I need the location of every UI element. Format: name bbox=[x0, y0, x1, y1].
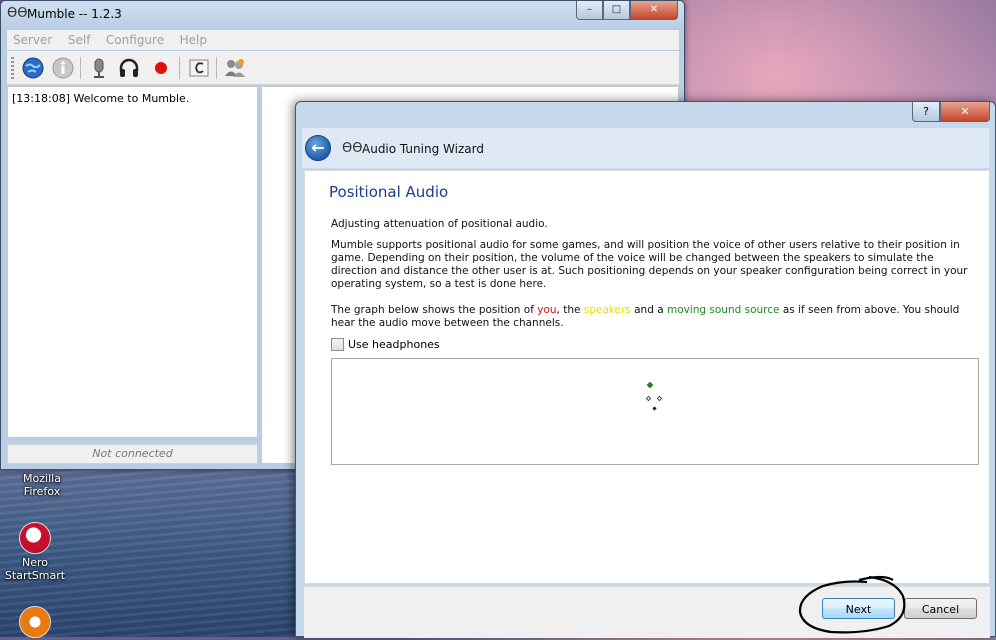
moving-sound-source bbox=[646, 381, 654, 389]
back-button[interactable]: ← bbox=[305, 135, 331, 161]
positional-audio-graph bbox=[331, 358, 979, 465]
desktop-icon-nero[interactable]: Nero StartSmart bbox=[0, 522, 75, 582]
next-button[interactable]: Next bbox=[822, 598, 895, 619]
wizard-footer: Next Cancel bbox=[304, 586, 990, 638]
use-headphones-checkbox[interactable] bbox=[331, 337, 344, 351]
users-icon bbox=[225, 59, 245, 77]
desktop-icon-firefox[interactable]: Mozilla Firefox bbox=[2, 472, 82, 498]
comment-c-icon bbox=[189, 59, 209, 77]
connect-button[interactable] bbox=[21, 56, 45, 80]
log-entry: [13:18:08] Welcome to Mumble. bbox=[12, 92, 190, 105]
toolbar-separator bbox=[179, 57, 180, 79]
app-icon bbox=[19, 606, 51, 638]
connection-status: Not connected bbox=[7, 444, 258, 464]
desktop-icon-label: Nero bbox=[21, 556, 48, 569]
you-label: you bbox=[537, 304, 557, 316]
toolbar-grip[interactable] bbox=[11, 57, 14, 81]
graph-explanation: The graph below shows the position of yo… bbox=[331, 304, 971, 330]
wizard-title: Audio Tuning Wizard bbox=[362, 142, 484, 156]
help-button[interactable]: ? bbox=[912, 102, 940, 122]
toolbar-separator bbox=[216, 57, 217, 79]
info-button[interactable] bbox=[51, 56, 75, 80]
menu-configure[interactable]: Configure bbox=[100, 30, 170, 50]
intro-text: Adjusting attenuation of positional audi… bbox=[331, 218, 548, 230]
mumble-logo-icon: ϴϴ bbox=[7, 6, 28, 21]
close-button[interactable]: ✕ bbox=[630, 1, 678, 20]
audio-tuning-wizard-window: ? ✕ ← ϴϴ Audio Tuning Wizard Positional … bbox=[295, 101, 996, 638]
graph-text-part: and a bbox=[630, 304, 667, 316]
window-title: Mumble -- 1.2.3 bbox=[27, 7, 122, 21]
description-text: Mumble supports positional audio for som… bbox=[331, 239, 968, 290]
mute-self-button[interactable] bbox=[87, 56, 111, 80]
globe-icon bbox=[22, 57, 44, 79]
positional-graph-canvas bbox=[645, 381, 663, 411]
speakers-label: speakers bbox=[583, 304, 631, 316]
menu-self[interactable]: Self bbox=[62, 30, 97, 50]
toolbar-separator bbox=[80, 57, 81, 79]
listener-you bbox=[652, 406, 657, 411]
deafen-self-button[interactable] bbox=[117, 56, 141, 80]
mumble-logo-icon: ϴϴ bbox=[342, 141, 363, 156]
menu-help[interactable]: Help bbox=[174, 30, 213, 50]
menu-server[interactable]: Server bbox=[7, 30, 58, 50]
use-headphones-row[interactable]: Use headphones bbox=[331, 337, 440, 351]
mumble-titlebar[interactable]: ϴϴ Mumble -- 1.2.3 – □ ✕ bbox=[1, 1, 684, 29]
desktop-icon-label: Mozilla bbox=[23, 472, 61, 485]
desktop-icon-label: StartSmart bbox=[4, 569, 66, 582]
graph-text-part: The graph below shows the position of bbox=[331, 304, 538, 316]
audio-wizard-button[interactable] bbox=[223, 56, 247, 80]
wizard-header: ← ϴϴ Audio Tuning Wizard bbox=[302, 128, 989, 168]
sound-source-label: moving sound source bbox=[666, 304, 780, 316]
graph-text-part: , the bbox=[556, 304, 584, 316]
toolbar bbox=[7, 51, 679, 85]
desktop-icon-partial[interactable] bbox=[0, 606, 75, 640]
log-pane[interactable]: [13:18:08] Welcome to Mumble. bbox=[7, 86, 258, 438]
comment-button[interactable] bbox=[187, 56, 211, 80]
record-icon bbox=[155, 62, 167, 74]
minimize-button[interactable]: – bbox=[576, 1, 603, 20]
record-button[interactable] bbox=[149, 56, 173, 80]
nero-icon bbox=[19, 522, 51, 554]
menu-bar: Server Self Configure Help bbox=[7, 30, 679, 50]
maximize-button[interactable]: □ bbox=[603, 1, 630, 20]
left-speaker bbox=[645, 395, 652, 402]
use-headphones-label[interactable]: Use headphones bbox=[348, 338, 440, 351]
info-icon bbox=[52, 57, 74, 79]
wizard-page: Positional Audio Adjusting attenuation o… bbox=[304, 170, 990, 584]
page-title: Positional Audio bbox=[329, 183, 449, 201]
microphone-icon bbox=[94, 58, 104, 78]
desktop-icon-label: Firefox bbox=[23, 485, 61, 498]
wizard-close-button[interactable]: ✕ bbox=[940, 102, 990, 122]
right-speaker bbox=[656, 395, 663, 402]
cancel-button[interactable]: Cancel bbox=[904, 598, 977, 619]
headphones-icon bbox=[119, 58, 139, 77]
